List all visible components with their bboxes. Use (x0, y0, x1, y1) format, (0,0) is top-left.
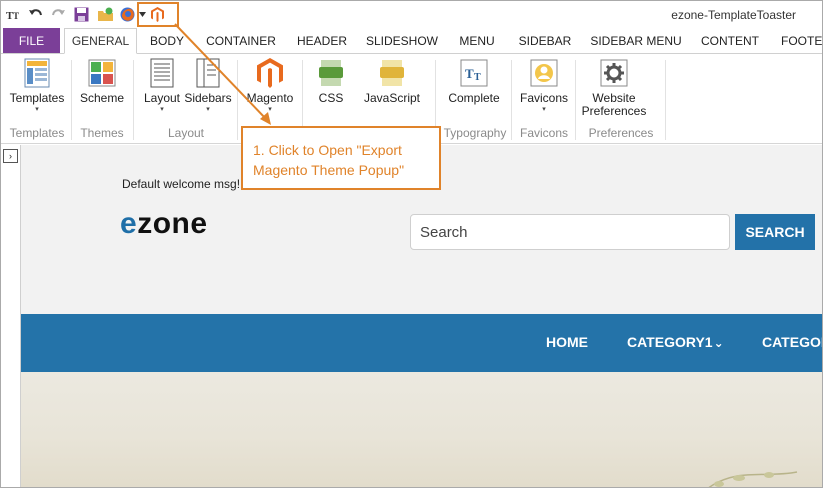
search-button[interactable]: SEARCH (735, 214, 815, 250)
nav-category1-label: CATEGORY1 (627, 334, 713, 350)
favicons-button[interactable]: Favicons ▾ (517, 58, 571, 115)
app-window: TT ezone-TemplateToaster FILE GENERAL BO… (0, 0, 823, 488)
group-label-favicons: Favicons (519, 126, 569, 140)
gear-icon (599, 58, 629, 88)
separator (511, 60, 512, 140)
magento-button[interactable]: Magento ▾ (241, 58, 299, 115)
tab-sidebar-menu[interactable]: SIDEBAR MENU (586, 28, 686, 54)
group-label-templates: Templates (9, 126, 65, 140)
layout-label: Layout (143, 91, 181, 105)
separator (665, 60, 666, 140)
magento-highlight-box (137, 2, 179, 27)
open-folder-icon[interactable] (96, 4, 114, 24)
sidebars-button[interactable]: Sidebars ▾ (184, 58, 232, 115)
tab-container[interactable]: CONTAINER (201, 28, 281, 54)
templates-button[interactable]: Templates ▾ (7, 58, 67, 115)
javascript-icon (377, 58, 407, 88)
magento-label: Magento (246, 91, 294, 105)
templates-icon (22, 58, 52, 88)
typography-icon[interactable]: TT (5, 4, 23, 24)
magento-caret: ▾ (268, 106, 272, 113)
nav-category2[interactable]: CATEGOR (762, 334, 822, 350)
undo-icon[interactable] (27, 4, 45, 24)
search-input[interactable]: Search (410, 214, 730, 250)
scheme-label: Scheme (79, 91, 125, 105)
tab-header[interactable]: HEADER (291, 28, 353, 54)
tab-file[interactable]: FILE (3, 28, 60, 53)
group-label-layout: Layout (167, 126, 205, 140)
sidebars-caret: ▾ (206, 106, 210, 113)
hero-banner (21, 372, 822, 487)
window-title: ezone-TemplateToaster (671, 8, 796, 22)
save-icon[interactable] (72, 4, 90, 24)
firefox-icon[interactable] (118, 4, 136, 24)
favicons-icon (529, 58, 559, 88)
site-nav-bar: HOME CATEGORY1⌄ CATEGOR (21, 314, 822, 372)
ribbon-tabs: FILE GENERAL BODY CONTAINER HEADER SLIDE… (1, 28, 822, 54)
svg-text:T: T (465, 66, 474, 81)
nav-category1[interactable]: CATEGORY1⌄ (627, 334, 724, 350)
side-panel-strip: › (1, 145, 21, 487)
chevron-down-icon: ⌄ (713, 336, 724, 350)
javascript-label: JavaScript (363, 91, 421, 105)
logo-rest: zone (137, 207, 208, 240)
sidebars-icon (193, 58, 223, 88)
tab-sidebar[interactable]: SIDEBAR (511, 28, 579, 54)
scheme-button[interactable]: Scheme (75, 58, 129, 105)
group-label-typography: Typography (443, 126, 507, 140)
magento-ribbon-icon (255, 58, 285, 88)
redo-icon[interactable] (49, 4, 67, 24)
tab-footer[interactable]: FOOTER (775, 28, 822, 54)
scheme-icon (87, 58, 117, 88)
separator (237, 60, 238, 140)
tab-slideshow[interactable]: SLIDESHOW (361, 28, 443, 54)
welcome-message: Default welcome msg! (122, 177, 241, 191)
title-bar: TT ezone-TemplateToaster (1, 1, 822, 28)
site-logo[interactable]: ezone (120, 207, 208, 241)
tab-body[interactable]: BODY (140, 28, 194, 54)
separator (575, 60, 576, 140)
layout-caret: ▾ (160, 106, 164, 113)
website-preview: Default welcome msg! ezone Search SEARCH… (21, 145, 822, 487)
separator (71, 60, 72, 140)
tab-content[interactable]: CONTENT (695, 28, 765, 54)
css-label: CSS (318, 91, 344, 105)
plant-decoration (708, 471, 798, 487)
expand-panel-button[interactable]: › (3, 149, 18, 163)
css-icon (316, 58, 346, 88)
sidebars-label: Sidebars (184, 91, 232, 105)
css-button[interactable]: CSS (311, 58, 351, 105)
favicons-label: Favicons (519, 91, 569, 105)
tab-general[interactable]: GENERAL (64, 28, 137, 54)
complete-button[interactable]: TT Complete (443, 58, 505, 105)
website-preferences-button[interactable]: Website Preferences (579, 58, 649, 118)
logo-e: e (120, 207, 138, 240)
svg-text:T: T (474, 72, 481, 83)
templates-label: Templates (9, 91, 65, 105)
templates-caret: ▾ (35, 106, 39, 113)
instruction-callout: 1. Click to Open "Export Magento Theme P… (241, 126, 441, 190)
tab-menu[interactable]: MENU (451, 28, 503, 54)
javascript-button[interactable]: JavaScript (361, 58, 423, 105)
layout-button[interactable]: Layout ▾ (141, 58, 183, 115)
svg-text:T: T (13, 11, 19, 21)
callout-line-1: 1. Click to Open "Export (253, 142, 402, 158)
typography-ribbon-icon: TT (459, 58, 489, 88)
nav-home[interactable]: HOME (546, 334, 588, 350)
complete-label: Complete (448, 91, 500, 105)
group-label-themes: Themes (80, 126, 124, 140)
group-label-preferences: Preferences (588, 126, 654, 140)
separator (133, 60, 134, 140)
layout-icon (147, 58, 177, 88)
website-preferences-label-2: Preferences (581, 104, 647, 118)
favicons-caret: ▾ (542, 106, 546, 113)
callout-line-2: Magento Theme Popup" (253, 162, 405, 178)
